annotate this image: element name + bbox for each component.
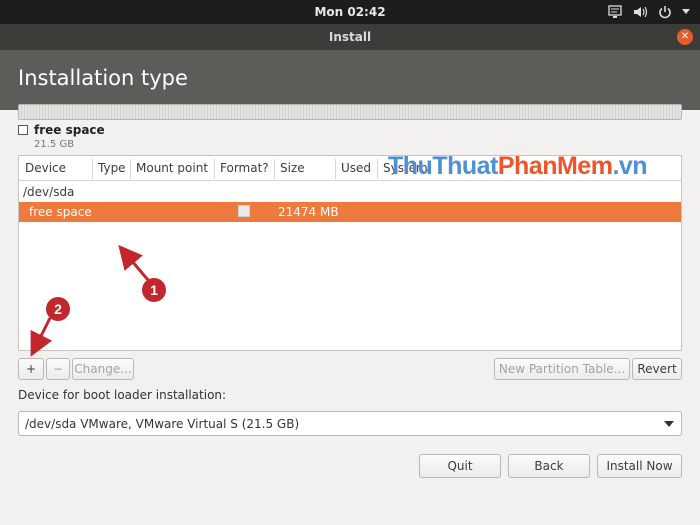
column-divider: [335, 159, 336, 179]
clock[interactable]: Mon 02:42: [0, 5, 700, 19]
install-now-button[interactable]: Install Now: [597, 454, 682, 478]
window-titlebar[interactable]: Install ✕: [0, 24, 700, 50]
chevron-down-icon[interactable]: [682, 9, 690, 15]
page-header: Installation type: [0, 50, 700, 110]
column-divider: [214, 159, 215, 179]
bootloader-label: Device for boot loader installation:: [18, 388, 227, 402]
disk-usage-bar: [18, 104, 682, 120]
column-divider: [130, 159, 131, 179]
column-mount-point[interactable]: Mount point: [136, 161, 208, 175]
column-used[interactable]: Used: [341, 161, 371, 175]
revert-button[interactable]: Revert: [632, 358, 682, 380]
back-button[interactable]: Back: [508, 454, 590, 478]
new-partition-table-button[interactable]: New Partition Table...: [494, 358, 630, 380]
table-row-free-space[interactable]: free space 21474 MB: [19, 202, 681, 222]
system-tray[interactable]: [608, 3, 690, 21]
legend-name: free space: [34, 123, 105, 137]
page-title: Installation type: [18, 66, 188, 90]
top-panel: Mon 02:42: [0, 0, 700, 24]
column-divider: [92, 159, 93, 179]
close-icon: ✕: [680, 31, 690, 42]
device-name: /dev/sda: [23, 185, 75, 199]
quit-button[interactable]: Quit: [419, 454, 501, 478]
add-partition-button[interactable]: +: [18, 358, 44, 380]
legend-size: 21.5 GB: [34, 139, 75, 150]
power-icon[interactable]: [658, 5, 672, 19]
volume-icon[interactable]: [632, 5, 648, 19]
watermark: ThuThuatPhanMem.vn: [388, 152, 648, 181]
column-device[interactable]: Device: [25, 161, 66, 175]
bootloader-select[interactable]: /dev/sda VMware, VMware Virtual S (21.5 …: [18, 411, 682, 436]
watermark-part-2: PhanMem: [497, 152, 613, 180]
column-divider: [377, 159, 378, 179]
format-checkbox[interactable]: [238, 205, 250, 217]
column-format[interactable]: Format?: [220, 161, 269, 175]
column-size[interactable]: Size: [280, 161, 305, 175]
chevron-down-icon: [664, 421, 674, 427]
partition-size: 21474 MB: [278, 205, 339, 219]
partition-device: free space: [29, 205, 92, 219]
column-type[interactable]: Type: [98, 161, 126, 175]
network-icon[interactable]: [608, 5, 622, 19]
close-button[interactable]: ✕: [677, 29, 693, 45]
partition-table[interactable]: Device Type Mount point Format? Size Use…: [18, 155, 682, 351]
remove-partition-button[interactable]: −: [46, 358, 70, 380]
legend-swatch: [18, 125, 28, 135]
step-badge-2: 2: [46, 297, 70, 321]
bootloader-value: /dev/sda VMware, VMware Virtual S (21.5 …: [25, 417, 300, 431]
watermark-part-1: ThuThuat: [388, 152, 498, 180]
table-row-device[interactable]: /dev/sda: [19, 182, 681, 202]
watermark-part-3: .vn: [612, 152, 648, 180]
window-title: Install: [328, 30, 372, 44]
column-divider: [274, 159, 275, 179]
change-partition-button[interactable]: Change...: [72, 358, 134, 380]
step-badge-1: 1: [142, 278, 166, 302]
